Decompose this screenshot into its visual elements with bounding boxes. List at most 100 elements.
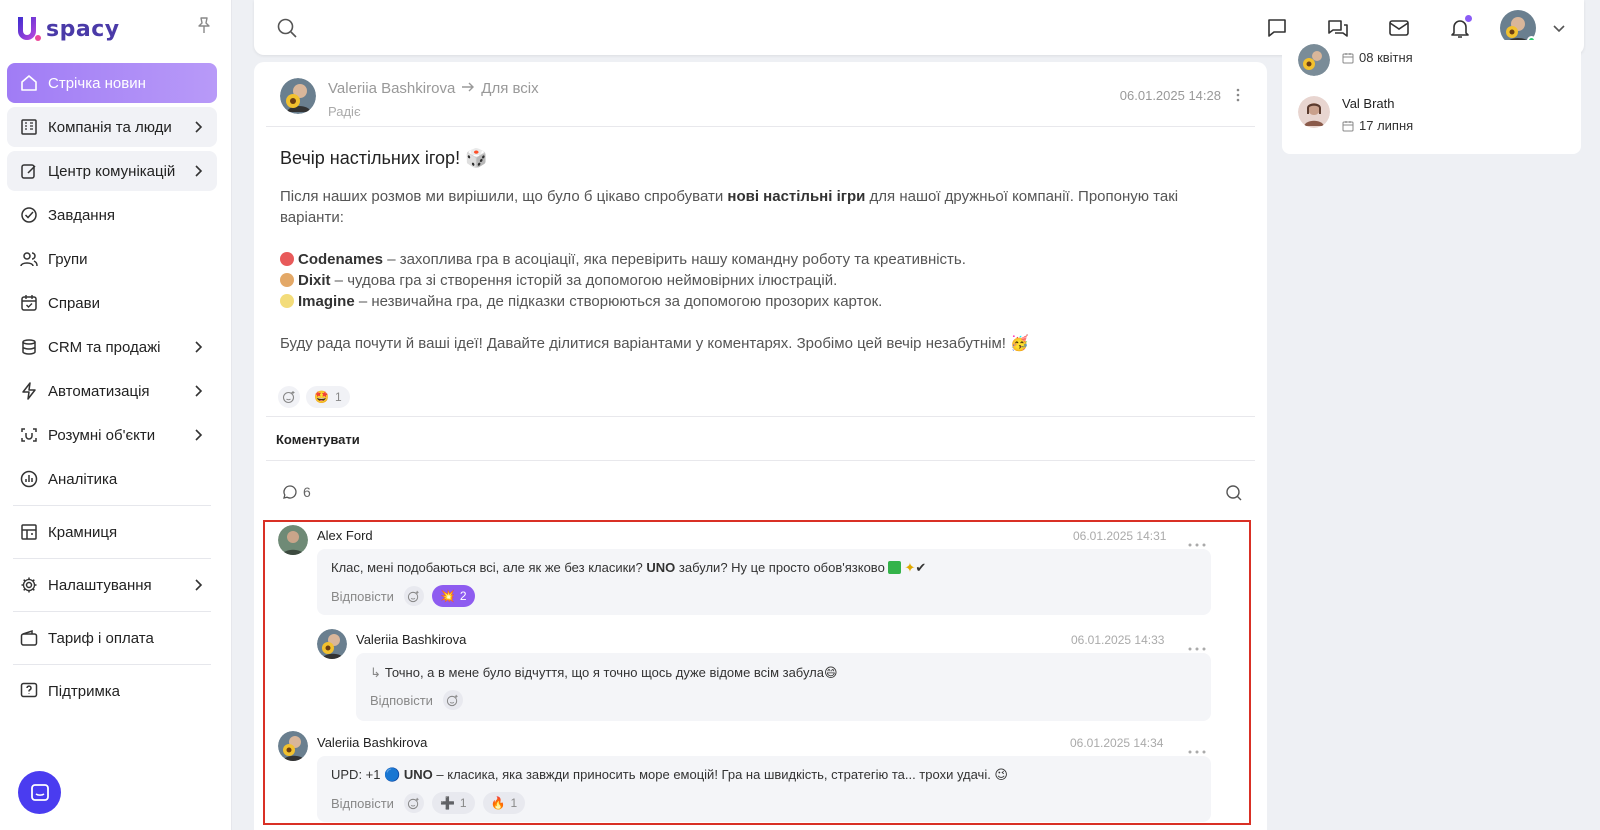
- bolt-icon: [19, 381, 39, 401]
- sidebar-item-label: Налаштування: [48, 576, 152, 594]
- nav-divider: [13, 558, 211, 559]
- nav-divider: [13, 664, 211, 665]
- smile-plus-icon: [282, 391, 295, 404]
- divider: [266, 416, 1255, 417]
- chevron-right-icon: [195, 385, 203, 397]
- sidebar-item-news-feed[interactable]: Стрічка новин: [7, 63, 217, 103]
- comments-highlight-frame: [263, 520, 1251, 825]
- more-vertical-icon[interactable]: [1235, 86, 1241, 104]
- post-paragraph: Буду рада почути й ваші ідеї! Давайте ді…: [280, 335, 1029, 352]
- help-icon: [19, 681, 39, 701]
- logo-icon: [14, 14, 44, 44]
- lightbulb-icon: [280, 294, 294, 308]
- sidebar-item-analytics[interactable]: Аналітика: [7, 459, 217, 499]
- sidebar-nav: Стрічка новин Компанія та люди Центр ком…: [7, 63, 217, 715]
- birthday-date: 17 липня: [1342, 118, 1413, 133]
- nav-divider: [13, 505, 211, 506]
- birthday-name: Val Brath: [1342, 96, 1395, 111]
- sidebar-item-label: Справи: [48, 294, 100, 312]
- birthday-item[interactable]: Val Brath 17 липня: [1298, 96, 1413, 133]
- sidebar-item-support[interactable]: Підтримка: [7, 671, 217, 711]
- sidebar-item-crm[interactable]: CRM та продажі: [7, 327, 217, 367]
- chevron-right-icon: [195, 341, 203, 353]
- post-author-line: Valeriia Bashkirova Для всіх: [328, 80, 539, 97]
- home-icon: [19, 73, 39, 93]
- birthday-item[interactable]: 08 квітня: [1298, 44, 1413, 76]
- sidebar-item-automation[interactable]: Автоматизація: [7, 371, 217, 411]
- sidebar-item-label: Аналітика: [48, 470, 118, 488]
- search-icon[interactable]: [276, 17, 298, 39]
- live-chat-button[interactable]: [18, 771, 61, 814]
- brand-name: spacy: [46, 16, 120, 42]
- sidebar: spacy Стрічка новин Компанія та люди Цен…: [0, 0, 232, 830]
- chevron-down-icon[interactable]: [1552, 21, 1566, 35]
- edit-icon: [19, 161, 39, 181]
- comment-button[interactable]: Коментувати: [276, 432, 360, 447]
- avatar: [1298, 44, 1330, 76]
- post-mood: Радіє: [328, 104, 361, 119]
- arrow-right-icon: [461, 80, 475, 97]
- game-item: Dixit – чудова гра зі створення історій …: [280, 270, 1240, 291]
- sidebar-item-affairs[interactable]: Справи: [7, 283, 217, 323]
- nav-divider: [13, 611, 211, 612]
- sidebar-item-smart-objects[interactable]: Розумні об'єкти: [7, 415, 217, 455]
- sidebar-item-company[interactable]: Компанія та люди: [7, 107, 217, 147]
- sidebar-item-label: Стрічка новин: [48, 74, 146, 92]
- chart-icon: [19, 469, 39, 489]
- sidebar-item-label: Завдання: [48, 206, 115, 224]
- sidebar-item-label: Автоматизація: [48, 382, 150, 400]
- avatar: [1298, 96, 1330, 128]
- game-item: Codenames – захоплива гра в асоціації, я…: [280, 249, 1240, 270]
- add-reaction-button[interactable]: [278, 386, 300, 408]
- sidebar-item-label: Групи: [48, 250, 88, 268]
- building-icon: [19, 117, 39, 137]
- app-logo[interactable]: spacy: [14, 12, 120, 46]
- divider: [266, 460, 1255, 461]
- post-date: 06.01.2025 14:28: [1119, 88, 1221, 103]
- post-audience: Для всіх: [481, 80, 539, 97]
- sidebar-item-groups[interactable]: Групи: [7, 239, 217, 279]
- pin-icon[interactable]: [196, 16, 212, 34]
- divider: [266, 126, 1255, 127]
- sidebar-item-label: CRM та продажі: [48, 338, 161, 356]
- reaction-pill[interactable]: 🤩 1: [306, 386, 350, 408]
- chevron-right-icon: [195, 579, 203, 591]
- chat-icon: [30, 783, 49, 801]
- sidebar-item-store[interactable]: Крамниця: [7, 512, 217, 552]
- game-item: Imagine – незвичайна гра, де підказки ст…: [280, 291, 1240, 312]
- calendar-icon: [1342, 120, 1354, 131]
- sidebar-item-billing[interactable]: Тариф і оплата: [7, 618, 217, 658]
- sidebar-item-communications[interactable]: Центр комунікацій: [7, 151, 217, 191]
- notification-dot: [1465, 15, 1472, 22]
- calendar-icon: [1342, 52, 1354, 63]
- post-header: Valeriia Bashkirova Для всіх Радіє 06.01…: [280, 78, 1241, 128]
- sidebar-item-label: Тариф і оплата: [48, 629, 154, 647]
- search-comments-icon[interactable]: [1225, 484, 1243, 502]
- comment-icon: [283, 485, 297, 499]
- avatar[interactable]: [280, 78, 316, 114]
- database-icon: [19, 337, 39, 357]
- sidebar-item-label: Розумні об'єкти: [48, 426, 156, 444]
- check-circle-icon: [19, 205, 39, 225]
- post-title: Вечір настільних ігор! 🎲: [280, 148, 488, 168]
- post-reactions: 🤩 1: [278, 386, 350, 408]
- sidebar-item-tasks[interactable]: Завдання: [7, 195, 217, 235]
- sidebar-item-label: Підтримка: [48, 682, 121, 700]
- scan-icon: [19, 425, 39, 445]
- birthday-date: 08 квітня: [1342, 50, 1413, 65]
- gear-icon: [19, 575, 39, 595]
- calendar-icon: [19, 293, 39, 313]
- mail-icon[interactable]: [1387, 16, 1411, 40]
- chevron-right-icon: [195, 121, 203, 133]
- chats-icon[interactable]: [1326, 16, 1350, 40]
- post-paragraph: варіанти:: [280, 209, 344, 226]
- post-author[interactable]: Valeriia Bashkirova: [328, 80, 455, 97]
- sidebar-item-settings[interactable]: Налаштування: [7, 565, 217, 605]
- post-body: Після наших розмов ми вирішили, що було …: [280, 186, 1240, 354]
- message-icon[interactable]: [1265, 16, 1289, 40]
- chevron-right-icon: [195, 165, 203, 177]
- wallet-icon: [19, 628, 39, 648]
- bell-icon[interactable]: [1448, 15, 1472, 40]
- comment-count[interactable]: 6: [282, 484, 311, 500]
- target-icon: [280, 252, 294, 266]
